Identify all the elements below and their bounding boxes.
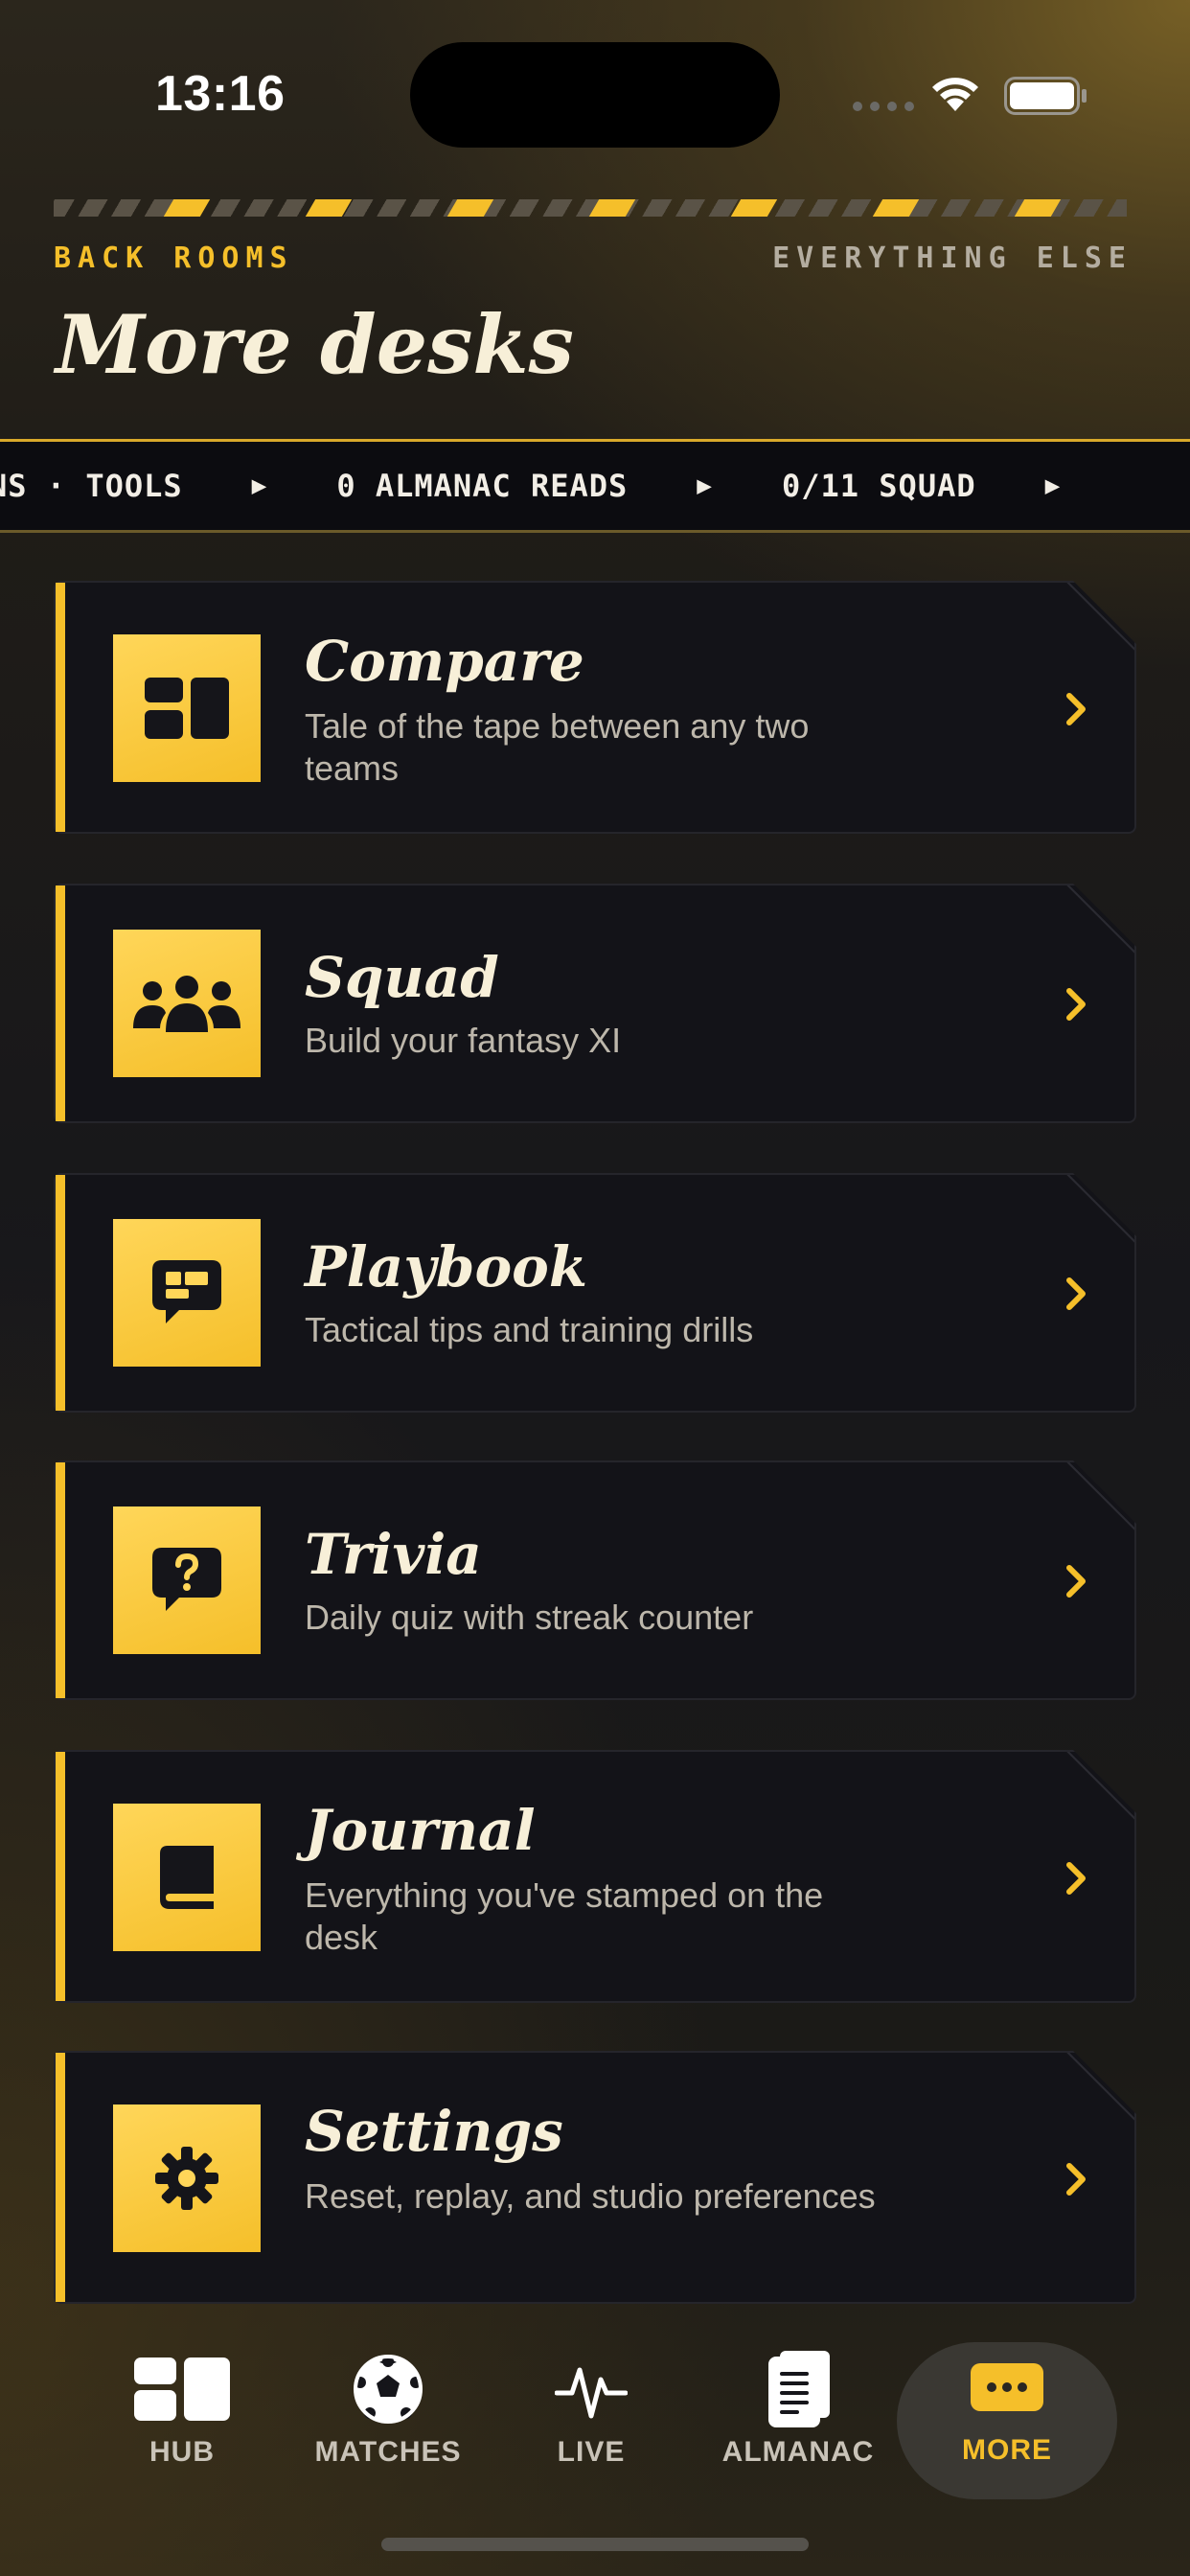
desk-card-compare[interactable]: Compare Tale of the tape between any two… xyxy=(54,581,1136,834)
card-subtitle: Reset, replay, and studio preferences xyxy=(305,2176,876,2216)
card-title: Trivia xyxy=(305,1522,482,1587)
chat-board-icon xyxy=(113,1219,261,1367)
pulse-icon xyxy=(555,2348,628,2430)
question-bubble-icon xyxy=(113,1506,261,1654)
tab-label: LIVE xyxy=(557,2436,626,2468)
wifi-icon xyxy=(932,78,978,111)
cellular-signal-icon xyxy=(853,102,914,111)
card-accent xyxy=(56,1462,65,1698)
ticker-item: 0/11 SQUAD xyxy=(781,468,976,504)
ticker-item: 0 ALMANAC READS xyxy=(336,468,629,504)
stats-ticker: NS · TOOLS ▶ 0 ALMANAC READS ▶ 0/11 SQUA… xyxy=(0,439,1190,533)
page-title: More desks xyxy=(56,297,574,392)
play-icon: ▶ xyxy=(251,472,268,500)
card-subtitle: Tactical tips and training drills xyxy=(305,1310,754,1349)
card-accent xyxy=(56,886,65,1121)
tab-label: MORE xyxy=(962,2434,1052,2466)
card-title: Playbook xyxy=(305,1234,588,1300)
status-time: 13:16 xyxy=(155,66,286,122)
card-title: Journal xyxy=(305,1798,536,1863)
tab-matches[interactable]: MATCHES xyxy=(287,2348,489,2492)
chevron-right-icon xyxy=(1058,690,1096,728)
tab-label: HUB xyxy=(149,2436,215,2468)
tab-more[interactable]: MORE xyxy=(897,2342,1117,2499)
ticker-item: NS · TOOLS xyxy=(0,468,183,504)
play-icon: ▶ xyxy=(697,472,713,500)
card-title: Settings xyxy=(305,2099,563,2164)
gear-icon xyxy=(113,2104,261,2252)
hub-icon xyxy=(134,2348,230,2430)
tab-label: ALMANAC xyxy=(721,2436,875,2468)
soccer-ball-icon xyxy=(353,2348,423,2430)
document-icon xyxy=(767,2348,830,2430)
section-eyebrow: BACK ROOMS xyxy=(54,242,294,275)
play-icon: ▶ xyxy=(1044,472,1062,500)
card-accent xyxy=(56,1175,65,1411)
desk-card-journal[interactable]: Journal Everything you've stamped on the… xyxy=(54,1750,1136,2003)
section-eyebrow-secondary: EVERYTHING ELSE xyxy=(772,242,1133,275)
desk-card-settings[interactable]: Settings Reset, replay, and studio prefe… xyxy=(54,2051,1136,2304)
tab-bar: HUB MATCHES LIVE ALMANAC MORE xyxy=(0,2329,1190,2520)
card-accent xyxy=(56,583,65,832)
hazard-stripe xyxy=(54,199,1127,217)
compare-icon xyxy=(113,634,261,782)
battery-icon xyxy=(1004,77,1087,115)
chevron-right-icon xyxy=(1058,1562,1096,1600)
card-subtitle: Everything you've stamped on the desk xyxy=(305,1875,824,1957)
card-subtitle: Tale of the tape between any two teams xyxy=(305,706,810,788)
card-subtitle: Build your fantasy XI xyxy=(305,1021,622,1060)
book-icon xyxy=(113,1804,261,1951)
tab-almanac[interactable]: ALMANAC xyxy=(698,2348,899,2492)
chevron-right-icon xyxy=(1058,2160,1096,2198)
card-title: Squad xyxy=(305,945,499,1010)
dynamic-island xyxy=(410,42,780,148)
desk-card-playbook[interactable]: Playbook Tactical tips and training dril… xyxy=(54,1173,1136,1413)
chevron-right-icon xyxy=(1058,985,1096,1024)
desk-card-squad[interactable]: Squad Build your fantasy XI xyxy=(54,884,1136,1123)
people-icon xyxy=(113,930,261,1077)
card-accent xyxy=(56,1752,65,2001)
home-indicator xyxy=(381,2538,809,2551)
chevron-right-icon xyxy=(1058,1859,1096,1898)
more-icon xyxy=(971,2346,1043,2428)
tab-live[interactable]: LIVE xyxy=(491,2348,692,2492)
chevron-right-icon xyxy=(1058,1275,1096,1313)
tab-label: MATCHES xyxy=(314,2436,462,2468)
card-title: Compare xyxy=(305,629,584,694)
card-accent xyxy=(56,2053,65,2302)
card-subtitle: Daily quiz with streak counter xyxy=(305,1598,754,1637)
desk-card-trivia[interactable]: Trivia Daily quiz with streak counter xyxy=(54,1460,1136,1700)
tab-hub[interactable]: HUB xyxy=(81,2348,283,2492)
